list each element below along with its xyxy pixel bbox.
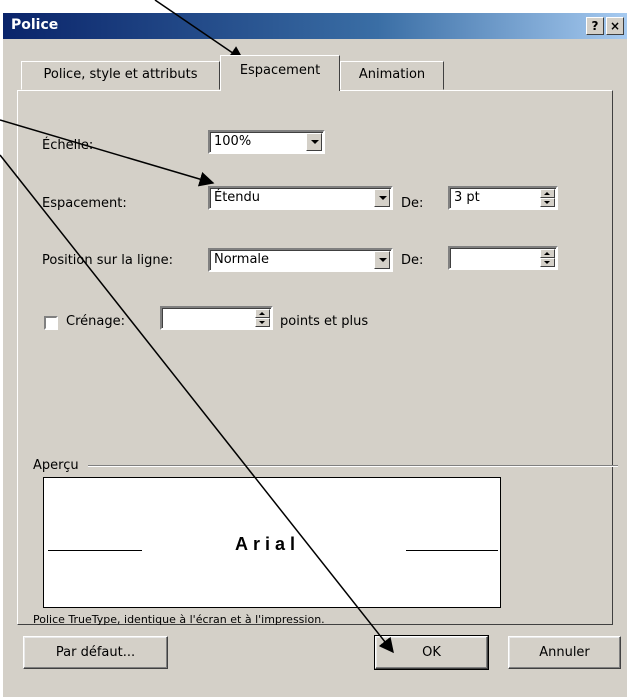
arrow-to-espacement-tab bbox=[154, 0, 245, 61]
tab-espacement[interactable]: Espacement bbox=[220, 55, 340, 91]
annotation-arrows bbox=[0, 0, 394, 654]
arrow-to-espacement-field bbox=[0, 119, 215, 187]
arrow-to-ok-button bbox=[0, 154, 394, 654]
